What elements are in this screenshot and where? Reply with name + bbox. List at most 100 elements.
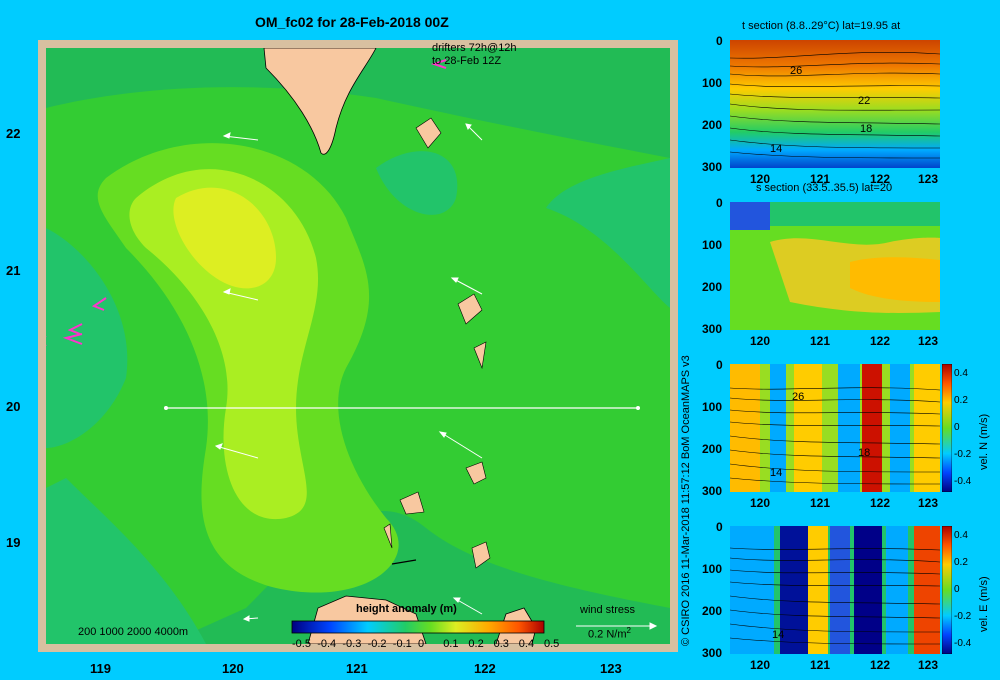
vel-e-band-6 (886, 526, 908, 654)
colorbar-tick: -0.1 (392, 638, 412, 650)
vn-contour-26: 26 (792, 391, 804, 403)
vel-e-band-3 (808, 526, 828, 654)
panel-y-tick: 100 (702, 400, 723, 414)
vel-colorbar-tick: -0.4 (954, 476, 972, 487)
panel-y-tick: 300 (702, 646, 723, 660)
t-section-fill (730, 40, 940, 168)
panel-y-tick: 300 (702, 484, 723, 498)
vel-n-band-4 (838, 364, 860, 492)
x-tick-119: 119 (90, 661, 111, 676)
vel-e-panel: 14 (730, 526, 940, 654)
panel-x-tick: 120 (750, 496, 771, 510)
vel-colorbar-tick: 0 (954, 584, 960, 595)
panel-x-tick: 123 (918, 334, 939, 348)
panel-y-tick: 100 (702, 238, 723, 252)
vel-e-colorbar-ticks: 0.4 0.2 0 -0.2 -0.4 (954, 526, 978, 660)
credit-text: © CSIRO 2016 11-Mar-2018 11:57:12 BoM Oc… (680, 355, 692, 646)
vel-n-band-6 (890, 364, 910, 492)
panel-y-tick: 200 (702, 280, 723, 294)
vel-colorbar-tick: -0.2 (954, 449, 972, 460)
vel-n-band-7 (914, 364, 940, 492)
t-section-panel: 26 22 18 14 (730, 40, 940, 168)
panel-x-tick: 123 (918, 658, 939, 672)
panel-y-tick: 200 (702, 118, 723, 132)
t-contour-22: 22 (858, 95, 870, 107)
colorbar-tick: 0.2 (468, 638, 484, 650)
height-anomaly-map (46, 48, 670, 644)
vel-e-colorbar (942, 526, 952, 654)
panel-y-tick: 300 (702, 160, 723, 174)
vel-e-band-7 (914, 526, 940, 654)
panel-x-tick: 123 (918, 496, 939, 510)
colorbar-tick: -0.5 (292, 638, 311, 650)
colorbar-title: height anomaly (m) (356, 603, 457, 615)
colorbar-ticks: -0.5 -0.4 -0.3 -0.2 -0.1 0 0.1 0.2 0.3 0.4 0.5 (282, 638, 562, 652)
vel-n-label: vel. N (m/s) (978, 413, 990, 470)
section-end (636, 406, 640, 410)
vn-contour-14: 14 (770, 467, 782, 479)
vel-colorbar-tick: 0.2 (954, 395, 968, 406)
panel-x-tick: 121 (810, 496, 831, 510)
panel-y-tick: 200 (702, 604, 723, 618)
t-contour-26: 26 (790, 65, 802, 77)
panel-x-tick: 122 (870, 334, 891, 348)
panel-y-tick: 200 (702, 442, 723, 456)
vel-e-band-5 (854, 526, 882, 654)
panel-x-tick: 120 (750, 658, 771, 672)
panel-x-tick: 120 (750, 334, 771, 348)
wind-stress-value-text: 0.2 N/m (588, 628, 627, 641)
height-colorbar (291, 620, 545, 634)
vel-e-band-4 (830, 526, 850, 654)
section-start (164, 406, 168, 410)
panel-x-tick: 122 (870, 172, 891, 186)
vel-e-label: vel. E (m/s) (978, 576, 990, 632)
x-tick-121: 121 (346, 661, 368, 676)
panel-x-tick: 121 (810, 172, 831, 186)
vel-n-panel: 26 18 14 (730, 364, 940, 492)
vel-colorbar-tick: 0.4 (954, 530, 968, 541)
colorbar-tick: -0.3 (342, 638, 362, 650)
vel-e-band-1 (730, 526, 774, 654)
y-tick-21: 21 (6, 263, 21, 278)
y-tick-20: 20 (6, 399, 21, 414)
y-tick-19: 19 (6, 535, 21, 550)
panel-y-tick: 0 (716, 34, 723, 48)
t-contour-14: 14 (770, 143, 782, 155)
map-svg (46, 48, 670, 644)
ve-contour-14: 14 (772, 629, 784, 641)
vn-contour-18: 18 (858, 447, 870, 459)
s-section-panel (730, 202, 940, 330)
vel-colorbar-tick: -0.2 (954, 611, 972, 622)
s-fresh-patch (730, 202, 770, 230)
colorbar-tick: 0 (418, 638, 425, 650)
vel-colorbar-tick: -0.4 (954, 638, 972, 649)
vel-colorbar-tick: 0.4 (954, 368, 968, 379)
t-section-title: t section (8.8..29°C) lat=19.95 at (742, 20, 901, 32)
panel-x-tick: 123 (918, 172, 939, 186)
x-tick-123: 123 (600, 661, 622, 676)
colorbar-tick: 0.5 (544, 638, 560, 650)
vel-n-band-1 (730, 364, 760, 492)
panel-x-tick: 122 (870, 496, 891, 510)
s-surface-band (770, 202, 940, 226)
vel-n-band-3 (794, 364, 822, 492)
wind-stress-value: 0.2 N/m2 (588, 626, 631, 641)
x-tick-120: 120 (222, 661, 244, 676)
colorbar-tick: 0.1 (443, 638, 459, 650)
vel-n-band-5 (862, 364, 882, 492)
panel-y-tick: 0 (716, 358, 723, 372)
panel-y-tick: 0 (716, 520, 723, 534)
vel-n-colorbar-ticks: 0.4 0.2 0 -0.2 -0.4 (954, 364, 978, 498)
panel-x-tick: 122 (870, 658, 891, 672)
colorbar-tick: 0.4 (518, 638, 535, 650)
main-map-frame (38, 40, 678, 652)
drifters-label-1: drifters 72h@12h (432, 42, 517, 54)
y-tick-22: 22 (6, 126, 21, 141)
panel-y-tick: 300 (702, 322, 723, 336)
vel-colorbar-tick: 0.2 (954, 557, 968, 568)
depth-legend: 200 1000 2000 4000m (78, 626, 189, 638)
colorbar-tick: -0.4 (317, 638, 337, 650)
panel-x-tick: 120 (750, 172, 771, 186)
panel-y-tick: 0 (716, 196, 723, 210)
panel-x-tick: 121 (810, 334, 831, 348)
